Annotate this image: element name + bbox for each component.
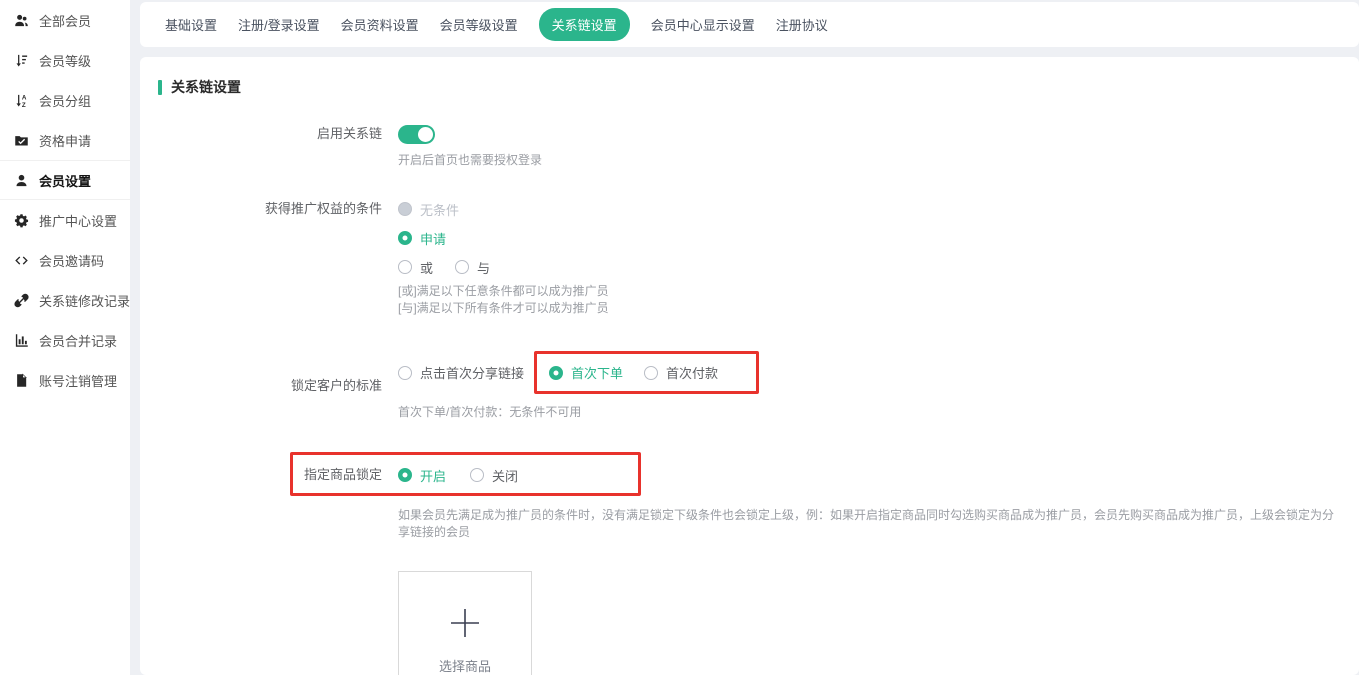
sidebar-item-label: 会员邀请码 — [39, 251, 104, 270]
radio-apply[interactable]: 申请 — [398, 229, 446, 248]
sidebar-item-label: 全部会员 — [39, 11, 91, 30]
sidebar-item-label: 会员等级 — [39, 51, 91, 70]
sidebar-item-label: 账号注销管理 — [39, 371, 117, 390]
section-title: 关系链设置 — [158, 77, 1339, 97]
sort-numeric-icon — [13, 52, 29, 68]
folder-check-icon — [13, 132, 29, 148]
sidebar-item-merge-records[interactable]: 会员合并记录 — [0, 320, 130, 360]
main-area: 基础设置 注册/登录设置 会员资料设置 会员等级设置 关系链设置 会员中心显示设… — [140, 0, 1359, 675]
link-icon — [13, 292, 29, 308]
svg-text:Z: Z — [21, 101, 25, 107]
tab-register-login-settings[interactable]: 注册/登录设置 — [238, 15, 320, 34]
product-lock-label: 指定商品锁定 — [158, 465, 390, 675]
radio-first-order[interactable]: 首次下单 — [549, 363, 623, 382]
radio-and[interactable]: 与 — [455, 258, 490, 277]
sidebar-item-all-members[interactable]: 全部会员 — [0, 0, 130, 40]
radio-dot — [470, 468, 484, 482]
settings-tabbar: 基础设置 注册/登录设置 会员资料设置 会员等级设置 关系链设置 会员中心显示设… — [140, 2, 1359, 47]
promotion-condition-label: 获得推广权益的条件 — [158, 199, 390, 317]
enable-chain-row: 启用关系链 开启后首页也需要授权登录 — [158, 124, 1339, 169]
section-title-text: 关系链设置 — [171, 77, 241, 97]
enable-chain-toggle[interactable] — [398, 125, 435, 144]
tab-member-center-display[interactable]: 会员中心显示设置 — [651, 15, 755, 34]
radio-or[interactable]: 或 — [398, 258, 433, 277]
radio-dot — [549, 366, 563, 380]
tab-registration-agreement[interactable]: 注册协议 — [776, 15, 828, 34]
code-icon — [13, 252, 29, 268]
radio-dot — [398, 202, 412, 216]
radio-dot — [644, 366, 658, 380]
select-product-button[interactable]: 选择商品 — [398, 571, 532, 675]
sidebar-item-label: 资格申请 — [39, 131, 91, 150]
gear-icon — [13, 212, 29, 228]
user-icon — [13, 172, 29, 188]
sidebar-item-label: 关系链修改记录 — [39, 291, 130, 310]
tab-basic-settings[interactable]: 基础设置 — [165, 15, 217, 34]
svg-text:A: A — [21, 94, 26, 101]
section-title-bar — [158, 80, 162, 95]
sidebar-item-invite-code[interactable]: 会员邀请码 — [0, 240, 130, 280]
radio-first-share-link[interactable]: 点击首次分享链接 — [398, 363, 524, 382]
tab-member-profile-settings[interactable]: 会员资料设置 — [341, 15, 419, 34]
lock-standard-label: 锁定客户的标准 — [158, 376, 390, 396]
sidebar: 全部会员 会员等级 AZ 会员分组 资格申请 会员设置 推广中心设置 — [0, 0, 130, 675]
radio-product-lock-on[interactable]: 开启 — [398, 466, 446, 485]
tab-relation-chain-settings[interactable]: 关系链设置 — [539, 8, 630, 41]
bar-chart-icon — [13, 332, 29, 348]
radio-dot — [455, 260, 469, 274]
sidebar-item-account-cancellation[interactable]: 账号注销管理 — [0, 360, 130, 400]
sidebar-item-label: 会员合并记录 — [39, 331, 117, 350]
lock-standard-row: 锁定客户的标准 点击首次分享链接 首次下单 首次付款 — [158, 351, 1339, 421]
sidebar-item-member-groups[interactable]: AZ 会员分组 — [0, 80, 130, 120]
radio-first-payment[interactable]: 首次付款 — [644, 363, 718, 382]
promotion-condition-row: 获得推广权益的条件 无条件 申请 或 — [158, 199, 1339, 317]
radio-dot — [398, 231, 412, 245]
condition-helper-and: [与]满足以下所有条件才可以成为推广员 — [398, 300, 609, 317]
sidebar-item-label: 推广中心设置 — [39, 211, 117, 230]
sidebar-item-promotion-center[interactable]: 推广中心设置 — [0, 200, 130, 240]
sidebar-item-member-levels[interactable]: 会员等级 — [0, 40, 130, 80]
radio-no-condition: 无条件 — [398, 200, 459, 219]
enable-chain-helper: 开启后首页也需要授权登录 — [398, 152, 542, 169]
users-icon — [13, 12, 29, 28]
product-lock-row: 指定商品锁定 开启 关闭 如果会员先满足成为推广员的条件时，没有满足锁定下级条件… — [158, 465, 1339, 675]
sidebar-item-label: 会员分组 — [39, 91, 91, 110]
condition-helper-or: [或]满足以下任意条件都可以成为推广员 — [398, 283, 609, 300]
tab-member-level-settings[interactable]: 会员等级设置 — [440, 15, 518, 34]
radio-dot — [398, 260, 412, 274]
radio-dot — [398, 366, 412, 380]
sidebar-item-label: 会员设置 — [39, 171, 91, 190]
radio-dot — [398, 468, 412, 482]
enable-chain-label: 启用关系链 — [158, 124, 390, 169]
annotation-box-lock-standard: 首次下单 首次付款 — [534, 351, 759, 394]
lock-standard-helper: 首次下单/首次付款：无条件不可用 — [398, 404, 759, 421]
relation-chain-settings-panel: 关系链设置 启用关系链 开启后首页也需要授权登录 获得推广权益的条件 无条件 — [140, 57, 1359, 675]
sidebar-item-qualification[interactable]: 资格申请 — [0, 120, 130, 160]
sidebar-item-member-settings[interactable]: 会员设置 — [0, 160, 130, 200]
sidebar-item-chain-records[interactable]: 关系链修改记录 — [0, 280, 130, 320]
select-product-label: 选择商品 — [439, 656, 491, 675]
file-icon — [13, 372, 29, 388]
sort-alpha-icon: AZ — [13, 92, 29, 108]
plus-icon — [448, 606, 482, 640]
radio-product-lock-off[interactable]: 关闭 — [470, 466, 518, 485]
product-lock-helper: 如果会员先满足成为推广员的条件时，没有满足锁定下级条件也会锁定上级，例：如果开启… — [398, 507, 1339, 541]
